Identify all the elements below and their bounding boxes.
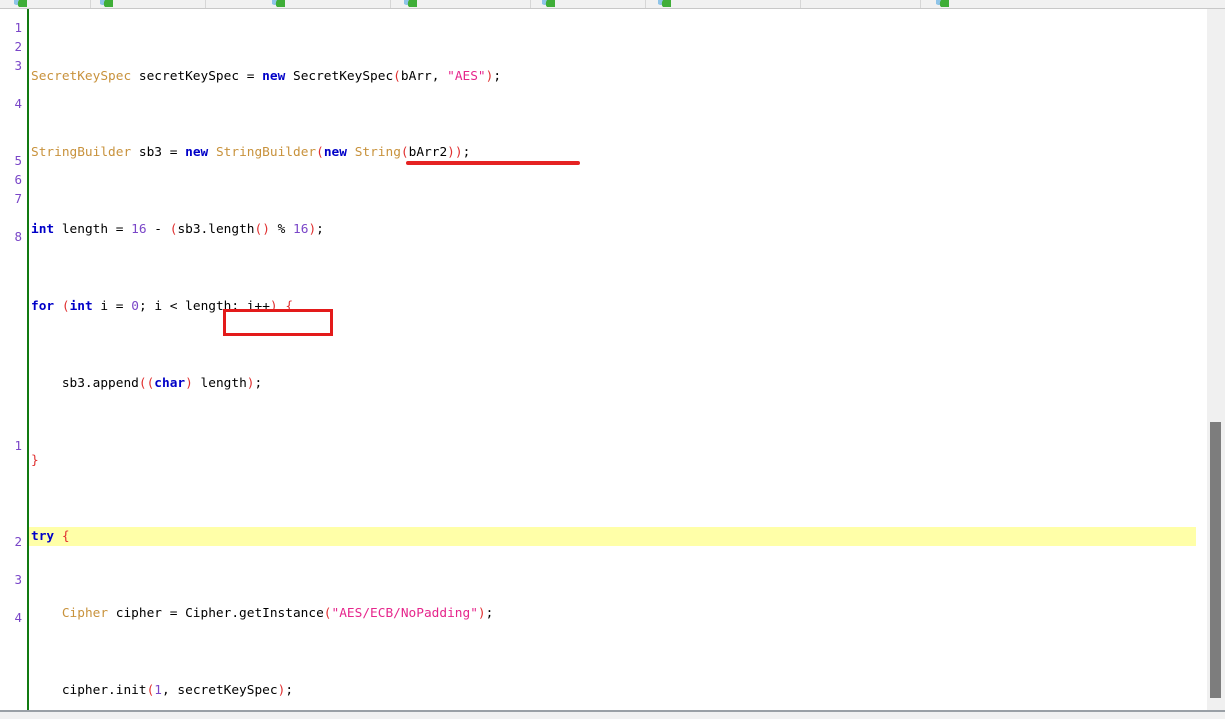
toolbar-icon-5[interactable]: [542, 0, 556, 8]
toolbar-icon-4[interactable]: [404, 0, 418, 8]
code-viewer-window: 1 2 3 4 5 6 7 8 1 2 3 4 SecretKeySpec se…: [0, 0, 1225, 719]
toolbar-separator: [90, 0, 91, 8]
line-number: 2: [14, 39, 22, 54]
line-number: 3: [14, 58, 22, 73]
code-line: for (int i = 0; i < length; i++) {: [31, 299, 294, 314]
toolbar-separator: [645, 0, 646, 8]
toolbar-separator: [205, 0, 206, 8]
code-line: Cipher cipher = Cipher.getInstance("AES/…: [61, 606, 494, 622]
toolbar-separator: [390, 0, 391, 8]
code-line: int length = 16 - (sb3.length() % 16);: [31, 222, 324, 238]
code-line: try {: [31, 529, 70, 545]
toolbar-icon-7[interactable]: [936, 0, 950, 8]
red-underline-annotation: [406, 161, 580, 165]
status-bar: [0, 712, 1225, 719]
red-rectangle-annotation: [223, 309, 333, 336]
toolbar-icon-2[interactable]: [100, 0, 114, 8]
toolbar-icon-3[interactable]: [272, 0, 286, 8]
line-number: 8: [14, 229, 22, 244]
line-number: 3: [14, 572, 22, 587]
vertical-scrollbar[interactable]: [1207, 9, 1225, 710]
line-number: 5: [14, 153, 22, 168]
code-line: StringBuilder sb3 = new StringBuilder(ne…: [31, 145, 471, 161]
code-content[interactable]: SecretKeySpec secretKeySpec = new Secret…: [31, 9, 1206, 710]
toolbar: [0, 0, 1225, 9]
code-line: sb3.append((char) length);: [31, 375, 263, 391]
toolbar-separator: [800, 0, 801, 8]
code-editor[interactable]: 1 2 3 4 5 6 7 8 1 2 3 4 SecretKeySpec se…: [0, 9, 1225, 710]
line-number: 4: [14, 96, 22, 111]
code-line: SecretKeySpec secretKeySpec = new Secret…: [31, 68, 502, 84]
toolbar-separator: [530, 0, 531, 8]
toolbar-separator: [920, 0, 921, 8]
line-number: 6: [14, 172, 22, 187]
line-number-gutter: 1 2 3 4 5 6 7 8 1 2 3 4: [0, 9, 27, 710]
line-number: 1: [14, 438, 22, 453]
scrollbar-thumb[interactable]: [1210, 422, 1221, 698]
toolbar-icon-6[interactable]: [658, 0, 672, 8]
code-line: }: [31, 452, 39, 468]
code-line: cipher.init(1, secretKeySpec);: [31, 682, 294, 698]
toolbar-icon-1[interactable]: [14, 0, 28, 8]
line-number: 1: [14, 20, 22, 35]
line-number: 7: [14, 191, 22, 206]
line-number: 2: [14, 534, 22, 549]
line-number: 4: [14, 610, 22, 625]
gutter-rule: [27, 9, 29, 710]
